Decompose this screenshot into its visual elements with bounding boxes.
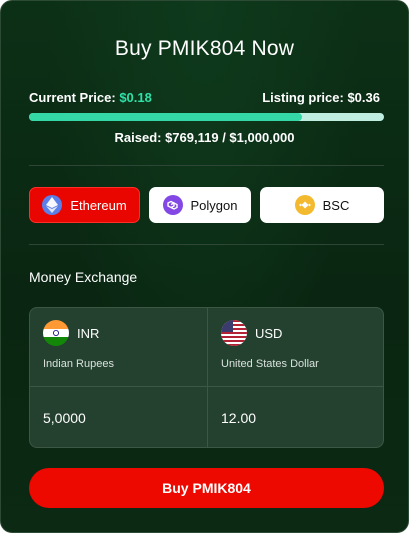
listing-price: Listing price: $0.36	[262, 90, 380, 105]
from-currency-select[interactable]: INR	[43, 320, 99, 346]
bnb-icon	[294, 195, 315, 215]
to-currency-select[interactable]: USD	[221, 320, 282, 346]
network-label: Ethereum	[70, 197, 127, 213]
from-amount-field[interactable]: 5,0000	[43, 410, 86, 426]
raised-amount: Raised: $769,119 / $1,000,000	[114, 130, 295, 145]
to-currency-name: United States Dollar	[221, 358, 319, 370]
to-amount-field[interactable]: 12.00	[221, 410, 256, 426]
price-row: Current Price: $0.18 Listing price: $0.3…	[29, 90, 380, 108]
raise-progress-fill	[29, 113, 302, 121]
listing-price-value: $0.36	[347, 90, 380, 105]
india-flag-icon	[43, 320, 69, 346]
polygon-icon	[162, 195, 183, 215]
us-flag-icon	[221, 320, 247, 346]
exchange-panel: INR Indian Rupees 5,0000 USD United Stat…	[29, 307, 384, 448]
buy-button[interactable]: Buy PMIK804	[29, 468, 384, 508]
current-price-label: Current Price:	[29, 90, 116, 105]
network-label: Polygon	[190, 197, 238, 213]
from-currency-name: Indian Rupees	[43, 358, 114, 370]
divider	[30, 386, 383, 387]
divider	[207, 308, 208, 447]
network-bsc-button[interactable]: BSC	[260, 187, 384, 223]
current-price: Current Price: $0.18	[29, 90, 152, 105]
widget-title: Buy PMIK804 Now	[114, 37, 295, 60]
to-currency-code: USD	[255, 325, 283, 341]
network-polygon-button[interactable]: Polygon	[149, 187, 251, 223]
current-price-value: $0.18	[119, 90, 152, 105]
money-exchange-title: Money Exchange	[29, 269, 138, 285]
listing-price-label: Listing price:	[262, 90, 344, 105]
divider	[29, 165, 384, 166]
buy-widget-card: Buy PMIK804 Now Current Price: $0.18 Lis…	[0, 0, 409, 533]
network-label: BSC	[322, 197, 350, 213]
raise-progress-bar	[29, 113, 384, 121]
network-ethereum-button[interactable]: Ethereum	[29, 187, 140, 223]
ethereum-icon	[42, 195, 63, 215]
from-currency-code: INR	[77, 325, 100, 341]
divider	[29, 244, 384, 245]
